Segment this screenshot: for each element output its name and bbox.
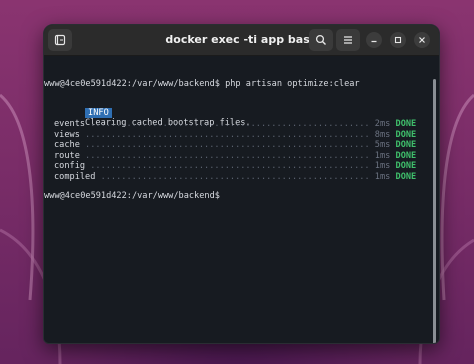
terminal-output[interactable]: www@4ce0e591d422:/var/www/backend$ php a… [44,56,439,343]
task-time: 1ms [374,161,391,171]
task-status: DONE [395,119,417,129]
minimize-button[interactable] [366,32,382,48]
terminal-window[interactable]: docker exec -ti app bash www@4ce0e591d42… [43,24,440,344]
task-dots: ........................................… [85,161,375,171]
task-row: cache ..................................… [54,140,416,150]
task-row: events .................................… [54,119,416,129]
task-dots: ........................................… [95,171,375,182]
task-row: config .................................… [54,161,416,171]
minimize-icon [371,40,377,43]
task-dots: ........................................… [79,140,375,150]
command-line: www@4ce0e591d422:/var/www/backend$ php a… [44,79,360,89]
task-dots: ........................................… [85,119,375,129]
task-time: 1ms [374,150,391,161]
task-status: DONE [395,140,417,150]
task-time: 8ms [374,129,391,140]
prompt-line: www@4ce0e591d422:/var/www/backend$ [44,191,220,201]
titlebar[interactable]: docker exec -ti app bash [44,25,439,56]
task-name: events [54,119,86,129]
task-status: DONE [395,129,417,140]
task-name: cache [54,140,80,150]
hamburger-menu-icon [344,36,352,44]
task-dots: ........................................… [79,150,375,161]
close-button[interactable] [414,32,430,48]
info-line: INFO Clearing cached bootstrap files. [54,98,251,128]
task-name: compiled [54,171,96,182]
task-row: route ..................................… [54,151,416,161]
task-dots: ........................................… [79,129,375,140]
new-tab-button[interactable] [48,29,72,51]
task-name: route [54,150,80,161]
task-time: 2ms [374,119,391,129]
new-tab-icon [54,34,66,46]
menu-button[interactable] [336,29,360,51]
task-status: DONE [395,161,417,171]
search-icon [315,34,326,45]
close-icon [419,37,425,43]
task-name: views [54,129,80,140]
task-name: config [54,161,86,171]
task-status: DONE [395,171,417,182]
task-time: 5ms [374,140,391,150]
maximize-icon [394,36,402,44]
task-row: compiled ...............................… [54,172,416,182]
task-row: views ..................................… [54,130,416,140]
maximize-button[interactable] [390,32,406,48]
search-button[interactable] [309,29,333,51]
scrollbar[interactable] [433,79,436,343]
info-badge: INFO [85,108,112,118]
task-status: DONE [395,150,417,161]
task-time: 1ms [374,171,391,182]
